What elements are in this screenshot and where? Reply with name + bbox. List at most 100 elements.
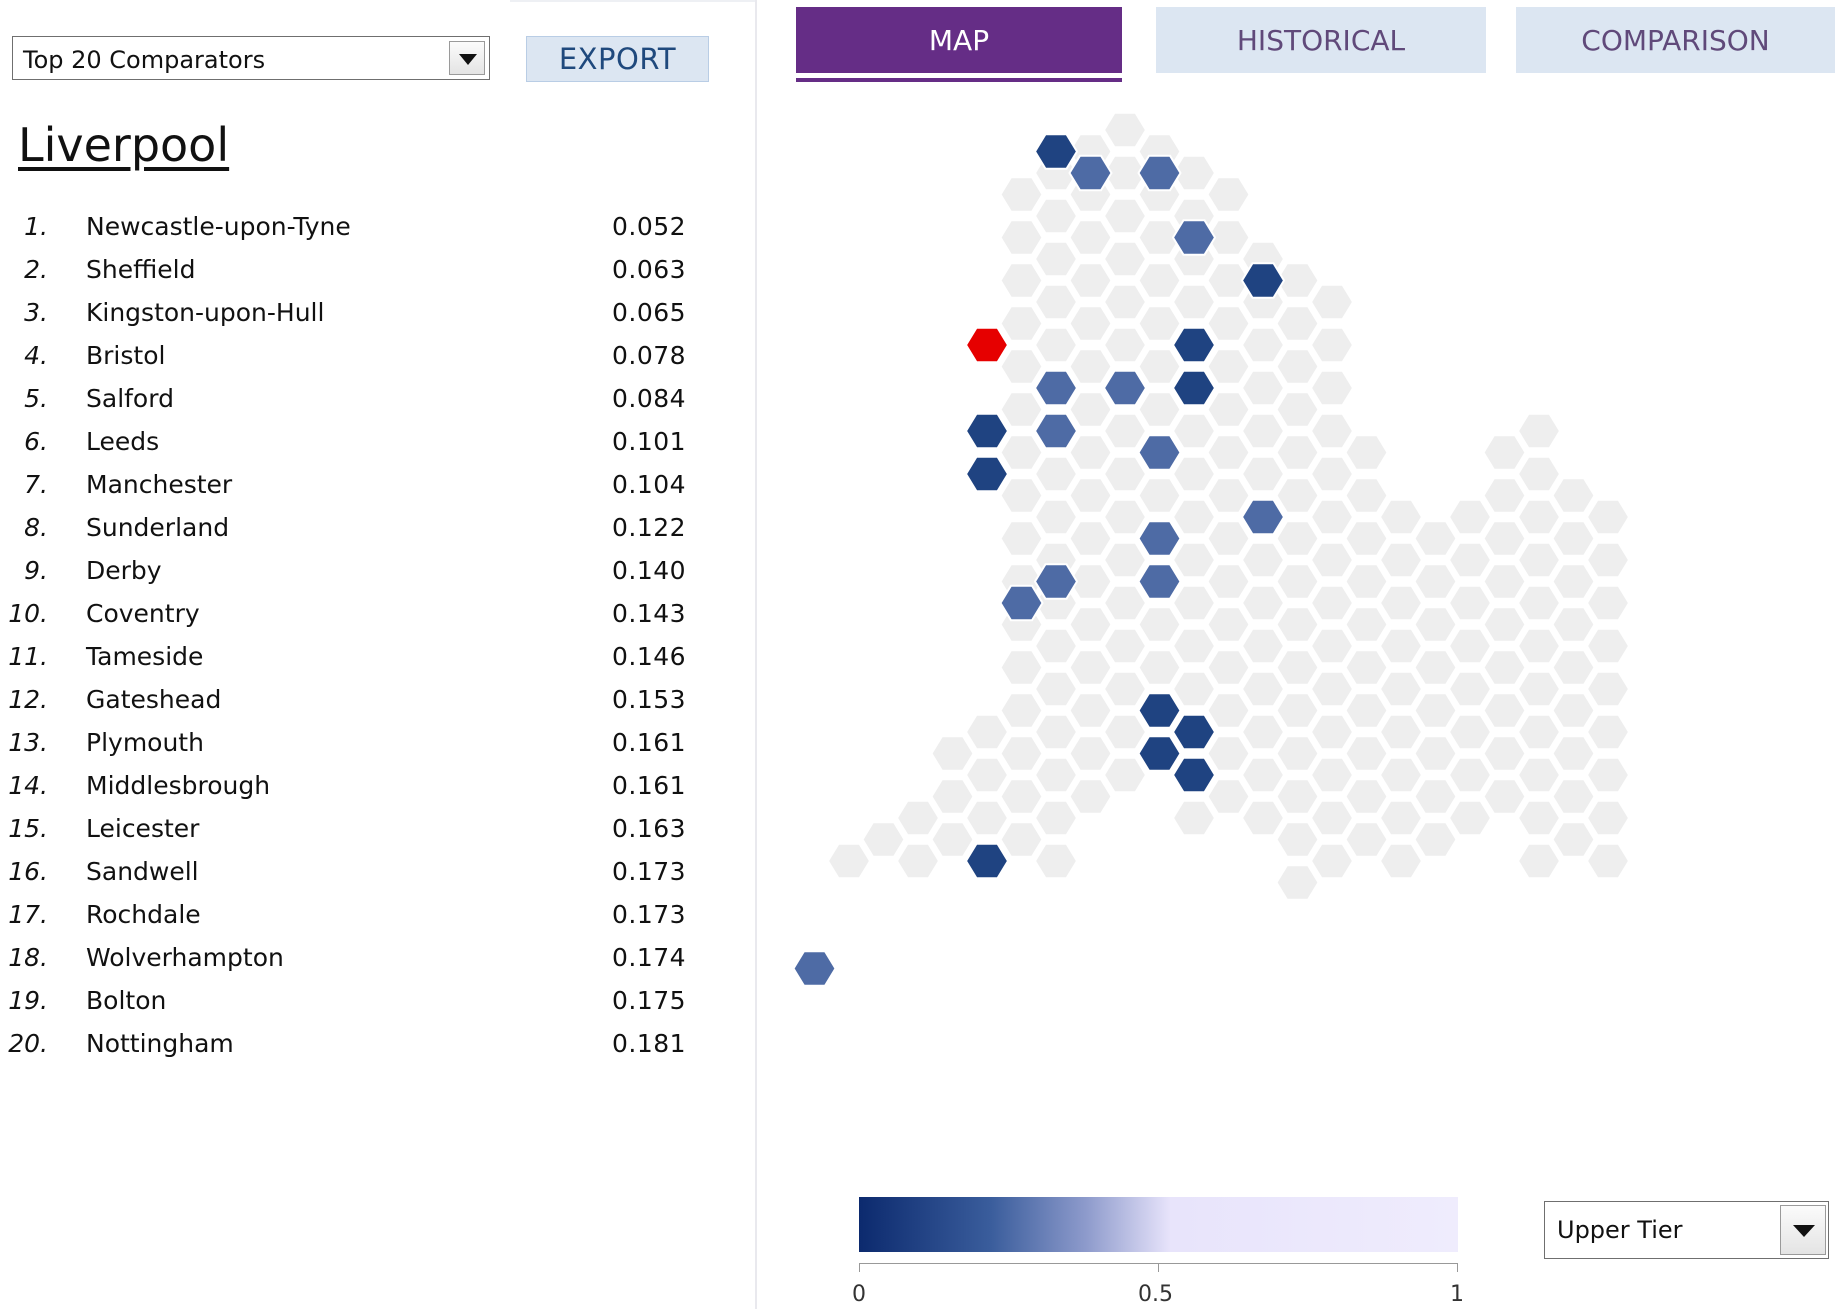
map-hex[interactable]	[1482, 563, 1527, 600]
map-hex[interactable]	[1102, 455, 1148, 493]
map-hex[interactable]	[1516, 799, 1562, 837]
map-hex[interactable]	[1551, 821, 1596, 858]
map-hex[interactable]	[1171, 799, 1217, 837]
map-hex[interactable]	[1378, 627, 1424, 665]
map-hex[interactable]	[999, 778, 1044, 815]
comparator-hex[interactable]	[1033, 369, 1079, 407]
map-hex[interactable]	[999, 649, 1044, 686]
map-hex[interactable]	[1447, 670, 1493, 708]
map-hex[interactable]	[1102, 584, 1148, 622]
map-hex[interactable]	[1033, 713, 1079, 751]
map-hex[interactable]	[999, 477, 1044, 514]
map-hex[interactable]	[1102, 756, 1148, 794]
map-hex[interactable]	[999, 391, 1044, 428]
comparator-hex[interactable]	[1171, 326, 1217, 364]
map-hex[interactable]	[1378, 584, 1424, 622]
map-hex[interactable]	[1413, 778, 1458, 815]
map-hex[interactable]	[1551, 735, 1596, 772]
map-hex[interactable]	[999, 434, 1044, 471]
map-hex[interactable]	[1033, 326, 1079, 364]
map-hex[interactable]	[1585, 627, 1631, 665]
map-hex[interactable]	[1344, 649, 1389, 686]
map-hex[interactable]	[1275, 477, 1320, 514]
comparator-hex[interactable]	[1137, 692, 1182, 729]
map-hex[interactable]	[1551, 692, 1596, 729]
map-hex[interactable]	[1516, 498, 1562, 536]
map-hex[interactable]	[1102, 326, 1148, 364]
map-hex[interactable]	[1206, 434, 1251, 471]
comparator-hex[interactable]	[1171, 369, 1217, 407]
map-hex[interactable]	[1102, 197, 1148, 235]
map-hex[interactable]	[1482, 692, 1527, 729]
selected-area-hex[interactable]	[964, 326, 1010, 364]
map-hex[interactable]	[1033, 498, 1079, 536]
map-hex[interactable]	[1551, 778, 1596, 815]
map-hex[interactable]	[1275, 864, 1320, 901]
map-hex[interactable]	[1378, 756, 1424, 794]
map-hex[interactable]	[1240, 541, 1286, 579]
map-hex[interactable]	[1137, 477, 1182, 514]
map-hex[interactable]	[1275, 821, 1320, 858]
map-hex[interactable]	[1102, 240, 1148, 278]
comparator-hex[interactable]	[964, 842, 1010, 880]
map-hex[interactable]	[1516, 412, 1562, 450]
map-hex[interactable]	[1240, 799, 1286, 837]
map-hex[interactable]	[1482, 778, 1527, 815]
map-hex[interactable]	[1102, 627, 1148, 665]
map-hex[interactable]	[1516, 584, 1562, 622]
map-hex[interactable]	[930, 821, 975, 858]
map-hex[interactable]	[1206, 778, 1251, 815]
comparator-hex[interactable]	[792, 950, 837, 987]
map-hex[interactable]	[1482, 434, 1527, 471]
map-hex[interactable]	[1413, 735, 1458, 772]
map-hex[interactable]	[1516, 627, 1562, 665]
comparator-hex[interactable]	[1171, 756, 1217, 794]
map-hex[interactable]	[1413, 563, 1458, 600]
comparator-hex[interactable]	[964, 455, 1010, 493]
chevron-down-icon[interactable]	[1780, 1205, 1826, 1255]
map-hex[interactable]	[1068, 735, 1113, 772]
map-hex[interactable]	[1137, 391, 1182, 428]
map-hex[interactable]	[1275, 348, 1320, 385]
map-hex[interactable]	[1482, 735, 1527, 772]
map-hex[interactable]	[1413, 692, 1458, 729]
map-hex[interactable]	[1068, 348, 1113, 385]
comparator-hex[interactable]	[1137, 154, 1182, 192]
comparator-hex[interactable]	[964, 412, 1010, 450]
map-hex[interactable]	[1068, 606, 1113, 643]
map-hex[interactable]	[999, 520, 1044, 557]
map-hex[interactable]	[1309, 713, 1355, 751]
map-hex[interactable]	[1309, 842, 1355, 880]
map-hex[interactable]	[1068, 391, 1113, 428]
map-hex[interactable]	[964, 756, 1010, 794]
map-hex[interactable]	[1240, 326, 1286, 364]
map-hex[interactable]	[1171, 670, 1217, 708]
comparator-hex[interactable]	[1068, 154, 1113, 192]
map-hex[interactable]	[1275, 305, 1320, 342]
map-hex[interactable]	[1309, 799, 1355, 837]
map-hex[interactable]	[895, 799, 941, 837]
map-hex[interactable]	[1344, 778, 1389, 815]
map-hex[interactable]	[1240, 584, 1286, 622]
map-hex[interactable]	[964, 799, 1010, 837]
map-hex[interactable]	[1068, 692, 1113, 729]
map-hex[interactable]	[1344, 606, 1389, 643]
map-hex[interactable]	[1275, 692, 1320, 729]
map-hex[interactable]	[999, 262, 1044, 299]
comparator-hex[interactable]	[1240, 498, 1286, 536]
map-hex[interactable]	[1102, 412, 1148, 450]
map-hex[interactable]	[1344, 735, 1389, 772]
map-hex[interactable]	[1585, 756, 1631, 794]
map-hex[interactable]	[1413, 606, 1458, 643]
comparator-hex[interactable]	[999, 584, 1044, 622]
map-hex[interactable]	[1033, 283, 1079, 321]
map-hex[interactable]	[1378, 541, 1424, 579]
map-hex[interactable]	[999, 305, 1044, 342]
map-hex[interactable]	[1585, 541, 1631, 579]
map-hex[interactable]	[1516, 842, 1562, 880]
map-hex[interactable]	[1206, 692, 1251, 729]
map-hex[interactable]	[861, 821, 906, 858]
map-hex[interactable]	[1102, 111, 1148, 149]
map-hex[interactable]	[1206, 735, 1251, 772]
map-hex[interactable]	[1275, 649, 1320, 686]
